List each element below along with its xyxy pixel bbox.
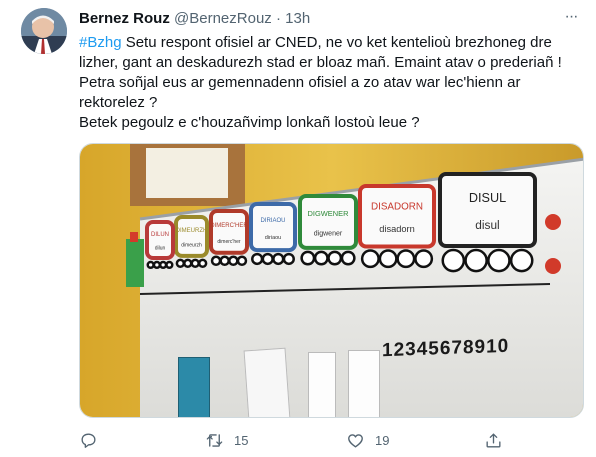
like-icon bbox=[348, 433, 363, 448]
train-wheel bbox=[396, 249, 416, 269]
share-button[interactable] bbox=[484, 428, 503, 452]
train-wheel bbox=[509, 248, 534, 273]
train-car-label: DIMERC'HER bbox=[210, 223, 248, 229]
train-car-label: DISADORN bbox=[371, 202, 423, 213]
train-car-frame bbox=[298, 194, 358, 250]
tweet-media-image[interactable]: DISUL disul DISADORN disadorn DIGWENER digwen… bbox=[79, 143, 584, 418]
tweet-line-4: rektorelez ? bbox=[79, 94, 158, 111]
poster-card bbox=[348, 350, 380, 417]
train-wheel bbox=[158, 260, 168, 270]
train-wheel bbox=[340, 250, 356, 266]
train-wheel bbox=[261, 252, 274, 266]
train-car-frame bbox=[145, 220, 175, 260]
reply-icon bbox=[81, 432, 96, 448]
train-wheel bbox=[272, 252, 285, 266]
train-wheel bbox=[183, 258, 193, 269]
train-wheel bbox=[197, 258, 208, 269]
tweet-line-1: #Bzhg Setu respont ofisiel ar CNED, ne v… bbox=[79, 33, 584, 53]
train-car: DIMEURZH dimeurzh bbox=[174, 215, 209, 269]
train-car-frame bbox=[438, 172, 537, 248]
tweet-header: Bernez Rouz @BernezRouz · 13h bbox=[79, 9, 580, 29]
train-wheel bbox=[282, 252, 295, 266]
tweet-text: #Bzhg Setu respont ofisiel ar CNED, ne v… bbox=[79, 33, 584, 133]
hashtag-link[interactable]: #Bzhg bbox=[79, 34, 122, 51]
train-car-label: DILUN bbox=[151, 232, 169, 238]
train-wheel bbox=[228, 255, 239, 267]
author-avatar[interactable] bbox=[21, 8, 67, 54]
train-wheel bbox=[219, 255, 230, 267]
red-magnet bbox=[545, 258, 561, 274]
train-car-sublabel: disadorn bbox=[379, 224, 414, 234]
train-car-sublabel: disul bbox=[475, 218, 499, 232]
train-car-label: DIMEURZH bbox=[176, 228, 208, 234]
train-wheel bbox=[327, 250, 343, 266]
train-car-label: DIRIAOU bbox=[260, 218, 285, 224]
train-car-frame bbox=[174, 215, 209, 258]
avatar-photo bbox=[21, 8, 67, 54]
tweet-line-3: Petra soñjal eus ar gemennadenn ofisiel … bbox=[79, 74, 521, 91]
train-car: DISUL disul bbox=[438, 172, 537, 273]
train-wheel bbox=[441, 248, 466, 273]
train-car: DIRIAOU diriaou bbox=[249, 202, 297, 266]
train-car-label: DIGWENER bbox=[308, 209, 350, 218]
train-wheel bbox=[165, 260, 174, 270]
train-car: DILUN dilun bbox=[145, 220, 175, 270]
train-car-frame bbox=[209, 209, 249, 255]
tweet-line-2: lizher, gant an deskadurezh stad er bloa… bbox=[79, 54, 562, 71]
like-count: 19 bbox=[375, 432, 390, 448]
train-car: DIMERC'HER dimerc'her bbox=[209, 209, 249, 267]
train-car-label: DISUL bbox=[469, 191, 506, 205]
train-wheel bbox=[152, 260, 162, 270]
retweet-button[interactable]: 15 bbox=[205, 428, 248, 452]
retweet-icon bbox=[206, 433, 223, 447]
train-car-sublabel: dimeurzh bbox=[181, 243, 202, 249]
train-car-sublabel: diriaou bbox=[265, 235, 282, 241]
author-name[interactable]: Bernez Rouz bbox=[79, 10, 170, 27]
train-car: DISADORN disadorn bbox=[358, 184, 436, 269]
poster-card bbox=[308, 352, 336, 417]
train-car-frame bbox=[358, 184, 436, 249]
train-car-frame bbox=[249, 202, 297, 253]
train-wheel bbox=[414, 249, 434, 269]
train-wheel bbox=[487, 248, 511, 273]
train-car-sublabel: dilun bbox=[155, 246, 166, 252]
poster-card bbox=[178, 357, 210, 417]
author-handle[interactable]: @BernezRouz bbox=[174, 10, 272, 27]
more-icon[interactable]: ··· bbox=[560, 9, 582, 28]
train-wheel bbox=[464, 248, 488, 273]
red-magnet bbox=[545, 214, 561, 230]
train-wheel bbox=[236, 255, 248, 267]
train-wheel bbox=[300, 250, 316, 266]
share-icon bbox=[486, 432, 501, 448]
retweet-count: 15 bbox=[234, 432, 249, 448]
poster-card bbox=[243, 347, 291, 417]
train-wheel bbox=[146, 260, 155, 270]
train-wheel bbox=[313, 250, 329, 266]
separator-dot: · bbox=[275, 10, 281, 27]
tweet-line-5: Betek pegoulz e c'houzañvimp lonkañ lost… bbox=[79, 114, 420, 131]
train-wheel bbox=[210, 255, 222, 267]
train-wheel bbox=[190, 258, 200, 269]
tweet-timestamp[interactable]: 13h bbox=[285, 10, 310, 27]
train-wheel bbox=[378, 249, 398, 269]
like-button[interactable]: 19 bbox=[346, 428, 389, 452]
reply-button[interactable] bbox=[79, 428, 108, 452]
tweet-line-1-text: Setu respont ofisiel ar CNED, ne vo ket … bbox=[121, 34, 552, 51]
train-wheel bbox=[360, 249, 380, 269]
train-wheel bbox=[251, 252, 264, 266]
train-car: DIGWENER digwener bbox=[298, 194, 358, 266]
tweet-actions: 15 19 bbox=[79, 428, 584, 452]
train-car-sublabel: dimerc'her bbox=[217, 239, 241, 245]
train-wheel bbox=[175, 258, 186, 269]
train-car-sublabel: digwener bbox=[314, 231, 343, 238]
number-strip: 12345678910 bbox=[382, 335, 510, 362]
